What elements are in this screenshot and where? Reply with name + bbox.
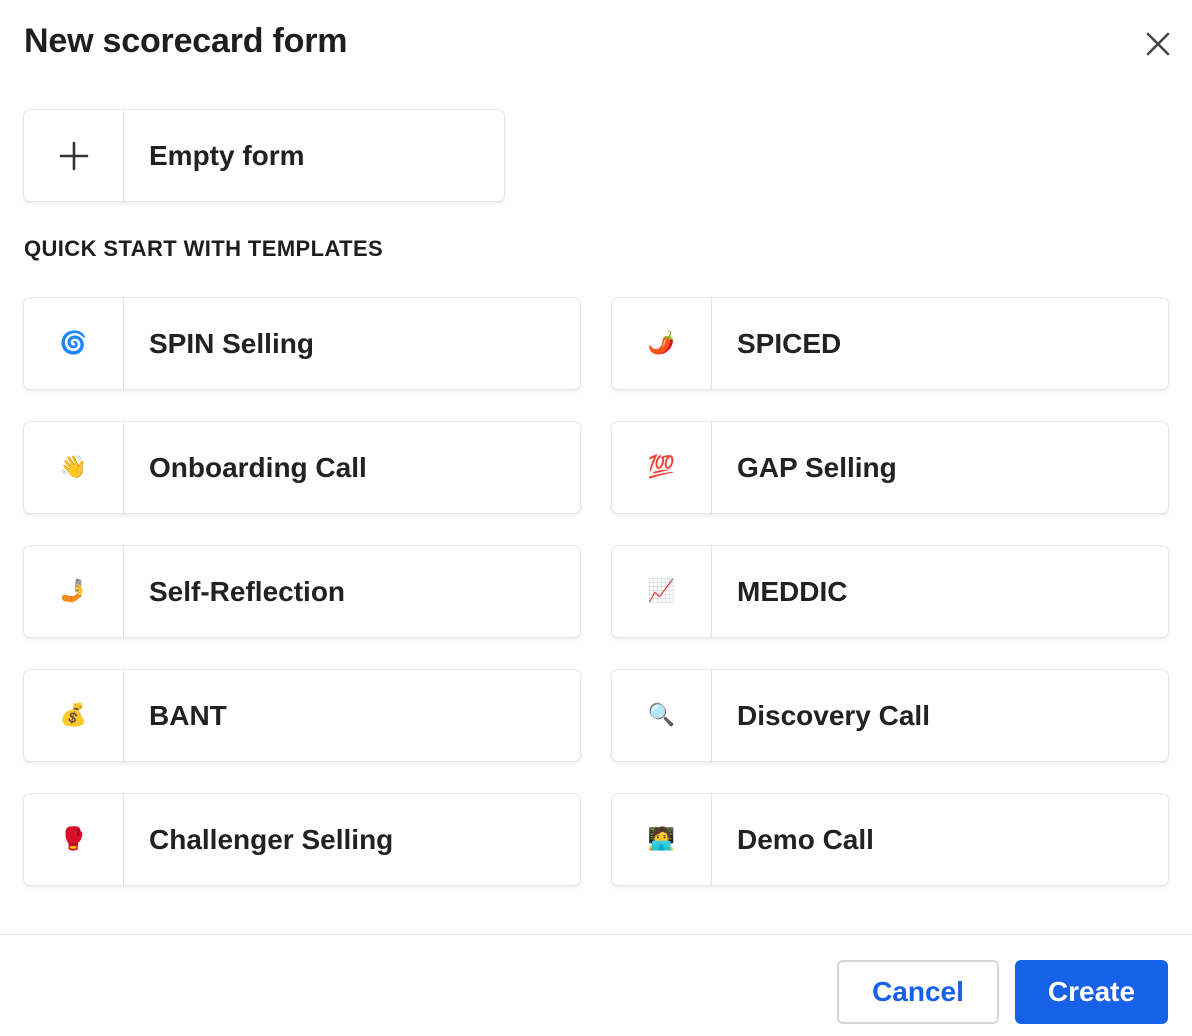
template-label: GAP Selling [737,451,897,483]
template-label: Challenger Selling [149,823,394,855]
template-label: Onboarding Call [149,451,367,483]
technologist-icon: 🧑‍💻 [612,794,712,885]
template-label: SPIN Selling [149,327,314,359]
close-button[interactable] [1140,26,1176,62]
template-label: Discovery Call [737,699,930,731]
chart-increasing-icon: 📈 [612,546,712,637]
mirror-icon: 🤳 [24,546,124,637]
cancel-button[interactable]: Cancel [837,960,999,1024]
boxing-glove-icon: 🥊 [24,794,124,885]
close-icon [1146,32,1170,56]
waving-hand-icon: 👋 [24,422,124,513]
template-card-meddic[interactable]: 📈 MEDDIC [612,546,1168,637]
plus-icon [59,141,88,170]
templates-heading: QUICK START WITH TEMPLATES [24,236,384,261]
create-button[interactable]: Create [1015,960,1168,1024]
cyclone-icon: 🌀 [24,298,124,389]
template-label: Demo Call [737,823,874,855]
template-label: MEDDIC [737,575,848,607]
dialog-title: New scorecard form [24,22,348,60]
money-bag-icon: 💰 [24,670,124,761]
new-scorecard-dialog: New scorecard form Empty form QUICK STAR… [0,0,1192,1036]
template-label: Self-Reflection [149,575,346,607]
template-card-onboarding-call[interactable]: 👋 Onboarding Call [24,422,580,513]
empty-form-icon-cell [24,110,124,201]
magnifying-glass-icon: 🔍 [612,670,712,761]
template-card-spiced[interactable]: 🌶️ SPICED [612,298,1168,389]
template-label: SPICED [737,327,842,359]
footer-divider [0,934,1192,935]
template-card-self-reflection[interactable]: 🤳 Self-Reflection [24,546,580,637]
hundred-points-icon: 💯 [612,422,712,513]
template-card-challenger-selling[interactable]: 🥊 Challenger Selling [24,794,580,885]
template-card-gap-selling[interactable]: 💯 GAP Selling [612,422,1168,513]
template-card-spin-selling[interactable]: 🌀 SPIN Selling [24,298,580,389]
empty-form-card[interactable]: Empty form [24,110,504,201]
chili-pepper-icon: 🌶️ [612,298,712,389]
empty-form-label: Empty form [149,139,305,171]
template-card-bant[interactable]: 💰 BANT [24,670,580,761]
template-card-demo-call[interactable]: 🧑‍💻 Demo Call [612,794,1168,885]
template-label: BANT [149,699,227,731]
template-card-discovery-call[interactable]: 🔍 Discovery Call [612,670,1168,761]
